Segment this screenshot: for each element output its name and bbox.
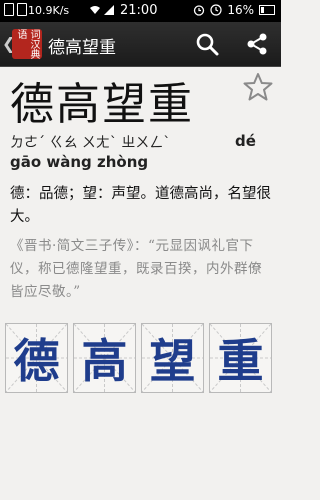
- status-time: 21:00: [120, 3, 158, 18]
- alarm-icon: [194, 5, 205, 16]
- definition: 德：品德；望：声望。道德高尚，名望很大。: [10, 186, 271, 225]
- character: 重: [217, 334, 264, 388]
- app-logo[interactable]: 词汉典语: [12, 29, 42, 59]
- share-icon[interactable]: [243, 30, 271, 58]
- status-bar: 10.9K/s 21:00 16%: [0, 0, 281, 22]
- character-cell[interactable]: 望: [141, 323, 204, 393]
- character: 望: [149, 334, 196, 388]
- search-icon[interactable]: [193, 30, 221, 58]
- page-title: 德高望重: [48, 38, 116, 58]
- app-bar: ❮ 词汉典语 德高望重: [0, 22, 281, 67]
- status-left: [4, 3, 27, 16]
- character-cell[interactable]: 高: [73, 323, 136, 393]
- character: 德: [13, 334, 60, 388]
- clock-icon: [210, 4, 222, 16]
- character-cell[interactable]: 德: [5, 323, 68, 393]
- signal-icon: [104, 5, 114, 15]
- character: 高: [81, 334, 128, 388]
- status-signal-icons: [90, 5, 114, 15]
- zhuyin: ㄉㄜˊ ㄍㄠ ㄨㄤˋ ㄓㄨㄥˋ: [10, 135, 171, 151]
- wifi-icon: [90, 6, 100, 14]
- battery-icon: [259, 5, 275, 15]
- sim-icon: [4, 3, 14, 16]
- source-quote: 《晋书·简文三子传》：“元显因讽礼官下仪，称已德隆望重，既录百揆，内外群僚皆应尽…: [10, 238, 262, 300]
- network-speed: 10.9K/s: [28, 4, 70, 17]
- character-cell[interactable]: 重: [209, 323, 272, 393]
- status-right: 16%: [193, 3, 275, 17]
- battery-percent: 16%: [227, 3, 254, 17]
- character-grid: 德 高 望 重: [5, 323, 272, 393]
- pinyin-rest: gāo wàng zhòng: [10, 153, 149, 171]
- favorite-star-icon[interactable]: [243, 72, 273, 102]
- headword: 德高望重: [10, 79, 194, 130]
- pinyin-first: dé: [235, 132, 256, 150]
- sim-icon: [17, 3, 27, 16]
